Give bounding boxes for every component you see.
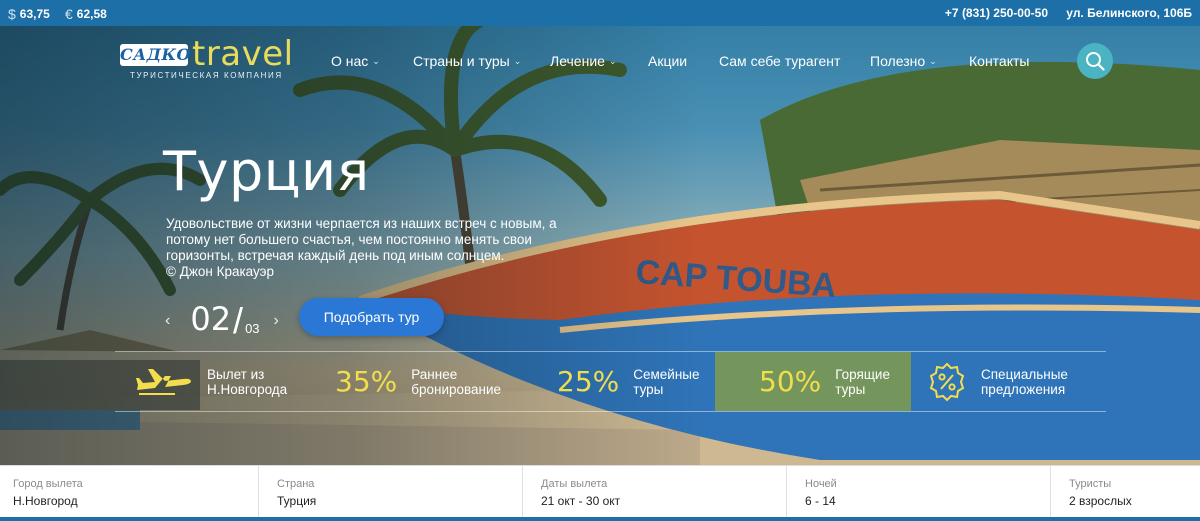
nav-item-label: Контакты [969,53,1030,69]
feature-text-line1: Раннее [411,366,458,382]
feature-text-line2: Н.Новгорода [207,381,288,397]
search-icon [1086,52,1105,71]
feature-text-line2: бронирование [411,381,502,397]
quote-text: Удовольствие от жизни черпается из наших… [166,216,557,263]
nav-item-label: Страны и туры [413,53,510,69]
usd-rate-value: 63,75 [19,7,50,21]
next-slide-arrow-icon[interactable]: › [274,312,279,330]
field-value: 21 окт - 30 окт [541,494,621,508]
feature-text-line1: Горящие [835,366,890,382]
feature-special-offers[interactable]: Специальные предложения [927,352,1106,411]
dollar-icon: $ [8,6,16,22]
logo-brand: САДКО [120,44,191,66]
slide-counter: ‹ 02 / 03 › [165,296,279,341]
nav-item-treatment[interactable]: Лечение ⌄ [550,53,616,69]
field-value: Н.Новгород [13,494,78,508]
tourists-field[interactable]: Туристы 2 взрослых [1056,466,1200,518]
tour-search-form: Город вылета Н.Новгород Страна Турция Да… [0,465,1200,518]
field-label: Даты вылета [541,478,608,490]
nav-item-countries[interactable]: Страны и туры ⌄ [413,53,521,69]
eur-rate: € 62,58 [65,6,107,22]
search-button[interactable] [1077,43,1113,79]
field-value: 2 взрослых [1069,494,1132,508]
nights-field[interactable]: Ночей 6 - 14 [792,466,1051,518]
country-field[interactable]: Страна Турция [264,466,523,518]
top-info-bar: $ 63,75 € 62,58 +7 (831) 250-00-50 ул. Б… [0,0,1200,26]
field-label: Ночей [805,478,837,490]
nav-item-label: Акции [648,53,688,69]
feature-text-line2: туры [633,381,664,397]
nav-item-label: Сам себе турагент [719,53,841,69]
page: CAP TOUBA $ 63,75 € 62,58 +7 (831) 250-0… [0,0,1200,521]
feature-percent: 25% [557,365,620,398]
feature-hot-tours[interactable]: 50% Горящие туры [715,352,911,411]
nav-item-useful[interactable]: Полезно ⌄ [870,53,937,69]
feature-family-tours[interactable]: 25% Семейные туры [557,352,715,411]
slide-current: 02 [190,300,232,338]
departure-city-field[interactable]: Город вылета Н.Новгород [0,466,259,518]
airplane-icon [136,368,191,395]
slide-total: 03 [245,321,260,336]
feature-percent: 35% [335,365,398,398]
feature-departure[interactable]: Вылет из Н.Новгорода [135,352,335,411]
departure-dates-field[interactable]: Даты вылета 21 окт - 30 окт [528,466,787,518]
feature-text-line1: Семейные [633,366,700,382]
logo-tagline: ТУРИСТИЧЕСКАЯ КОМПАНИЯ [130,71,283,80]
features-strip: Вылет из Н.Новгорода 35% Раннее бронирован… [115,351,1106,412]
field-value: 6 - 14 [805,494,836,508]
feature-text-line2: предложения [981,381,1066,397]
euro-icon: € [65,6,73,22]
field-label: Туристы [1069,478,1112,490]
feature-text-line1: Специальные [981,366,1068,382]
field-value: Турция [277,494,317,508]
prev-slide-arrow-icon[interactable]: ‹ [165,312,170,330]
phone-link[interactable]: +7 (831) 250-00-50 [945,6,1048,20]
nav-item-own-agent[interactable]: Сам себе турагент [719,53,840,69]
feature-percent: 50% [759,365,822,398]
logo-travel: travel [192,34,294,74]
site-logo[interactable]: САДКО travel ТУРИСТИЧЕСКАЯ КОМПАНИЯ [120,34,293,85]
hero-quote: Удовольствие от жизни черпается из наших… [166,216,566,280]
field-label: Город вылета [13,478,83,490]
nav-item-label: Лечение [550,53,605,69]
nav-item-promotions[interactable]: Акции [648,53,687,69]
bottom-stripe [0,517,1200,521]
chevron-down-icon: ⌄ [372,55,380,66]
percent-badge-icon [929,362,965,401]
feature-text-line2: туры [835,381,866,397]
chevron-down-icon: ⌄ [513,55,522,66]
usd-rate: $ 63,75 [8,6,50,22]
field-label: Страна [277,478,315,490]
office-address: ул. Белинского, 106Б [1066,6,1192,20]
chevron-down-icon: ⌄ [929,55,937,66]
eur-rate-value: 62,58 [76,7,107,21]
feature-early-booking[interactable]: 35% Раннее бронирование [335,352,535,411]
nav-item-contacts[interactable]: Контакты [969,53,1029,69]
nav-item-label: О нас [331,53,369,69]
nav-item-label: Полезно [870,53,926,69]
feature-text-line1: Вылет из [207,366,265,382]
hero-title: Турция [163,140,370,203]
nav-item-about[interactable]: О нас ⌄ [331,53,380,69]
find-tour-button[interactable]: Подобрать тур [299,298,444,336]
quote-author: © Джон Кракауэр [166,264,275,279]
chevron-down-icon: ⌄ [608,55,617,66]
slide-separator: / [233,300,244,341]
